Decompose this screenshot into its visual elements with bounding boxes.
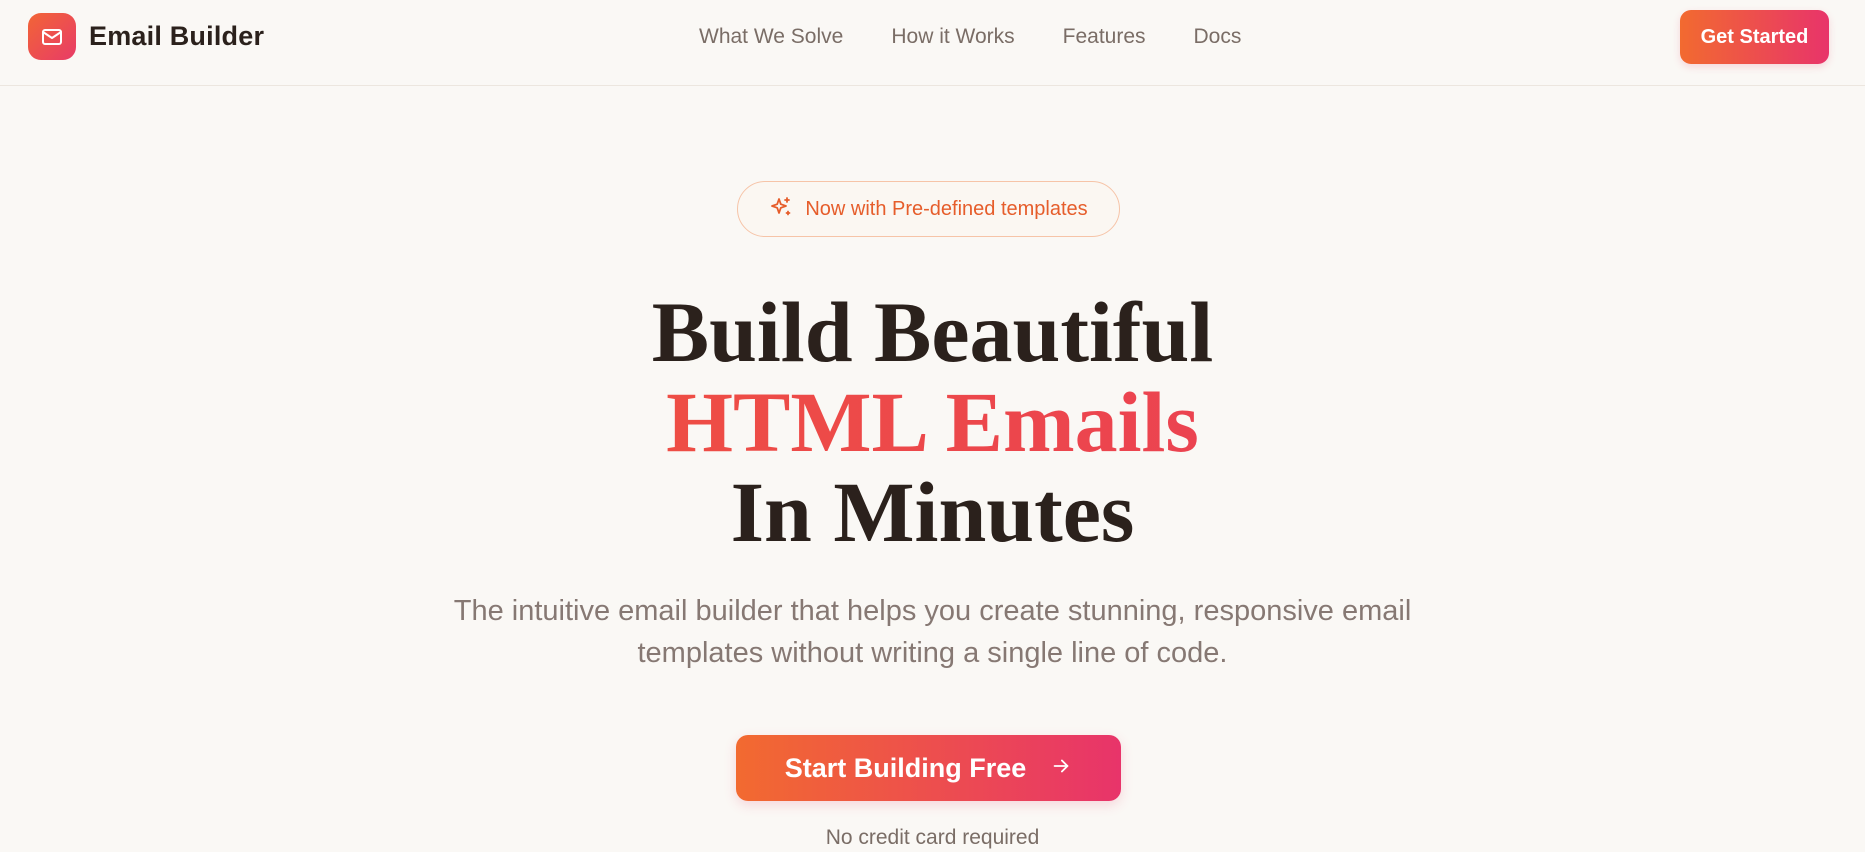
arrow-right-icon: [1050, 753, 1072, 784]
nav-link-how-it-works[interactable]: How it Works: [891, 25, 1014, 49]
nav-link-features[interactable]: Features: [1063, 25, 1146, 49]
hero-title-highlight: HTML Emails: [0, 377, 1865, 467]
start-building-label: Start Building Free: [784, 752, 1027, 783]
hero-title: Build Beautiful HTML Emails In Minutes: [0, 287, 1865, 557]
hero-subtitle: The intuitive email builder that helps y…: [453, 595, 1412, 669]
get-started-button[interactable]: Get Started: [1680, 10, 1829, 64]
brand-name: Email Builder: [89, 21, 265, 51]
nav-link-docs[interactable]: Docs: [1194, 25, 1242, 49]
sparkles-icon: [769, 195, 793, 224]
hero-title-line-3: In Minutes: [730, 464, 1135, 560]
main-nav: What We Solve How it Works Features Docs: [699, 22, 1241, 52]
no-credit-card-note: No credit card required: [825, 826, 1040, 849]
start-building-button[interactable]: Start Building Free: [736, 735, 1121, 801]
nav-link-what-we-solve[interactable]: What We Solve: [699, 25, 843, 49]
top-navbar: Email Builder What We Solve How it Works…: [0, 0, 1865, 86]
announcement-badge: Now with Pre-defined templates: [737, 181, 1120, 237]
hero-title-line-1: Build Beautiful: [651, 284, 1214, 380]
mail-icon: [28, 13, 76, 60]
badge-text: Now with Pre-defined templates: [805, 197, 1088, 220]
brand-logo[interactable]: Email Builder: [28, 13, 264, 60]
